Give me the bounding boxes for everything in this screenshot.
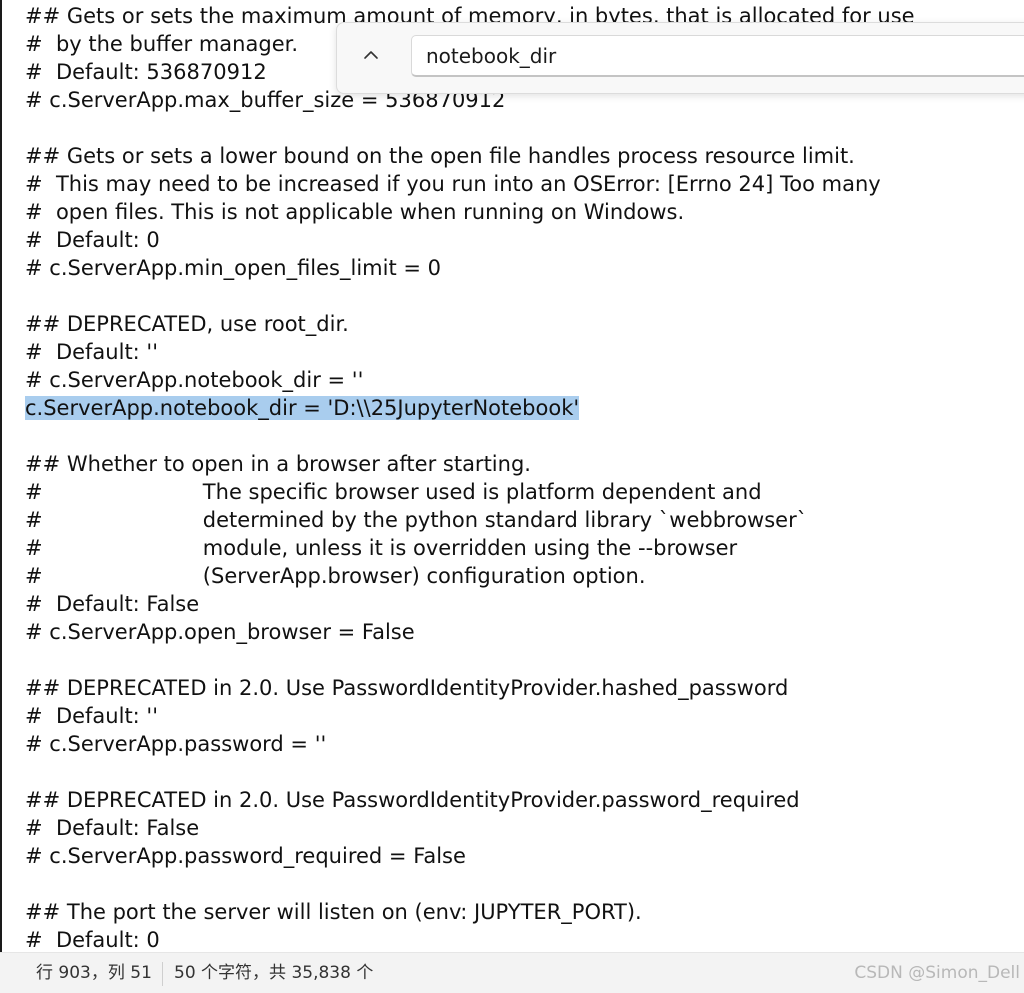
selected-line: c.ServerApp.notebook_dir = 'D:\\25Jupyte… [25, 394, 915, 422]
text-line: ## DEPRECATED in 2.0. Use PasswordIdenti… [25, 786, 915, 814]
line-text: # Default: False [25, 592, 200, 616]
line-text: ## The port the server will listen on (e… [25, 900, 642, 924]
text-line [25, 758, 915, 786]
line-text: # Default: '' [25, 340, 158, 364]
line-text: # c.ServerApp.min_open_files_limit = 0 [25, 256, 441, 280]
text-line: # Default: False [25, 814, 915, 842]
text-line: # The specific browser used is platform … [25, 478, 915, 506]
text-line: # module, unless it is overridden using … [25, 534, 915, 562]
line-text: # (ServerApp.browser) configuration opti… [25, 564, 646, 588]
text-line: # determined by the python standard libr… [25, 506, 915, 534]
watermark: CSDN @Simon_Dell [854, 963, 1020, 983]
text-line [25, 646, 915, 674]
line-text: # c.ServerApp.password = '' [25, 732, 327, 756]
editor-left-border [0, 0, 2, 952]
text-line: ## DEPRECATED, use root_dir. [25, 310, 915, 338]
chevron-up-icon [361, 45, 381, 69]
find-input[interactable] [411, 35, 1024, 77]
text-line: # c.ServerApp.password_required = False [25, 842, 915, 870]
line-text: ## DEPRECATED in 2.0. Use PasswordIdenti… [25, 788, 800, 812]
line-text: ## DEPRECATED in 2.0. Use PasswordIdenti… [25, 676, 789, 700]
line-text: # c.ServerApp.password_required = False [25, 844, 466, 868]
text-line: ## DEPRECATED in 2.0. Use PasswordIdenti… [25, 674, 915, 702]
text-line [25, 114, 915, 142]
text-line [25, 870, 915, 898]
text-line: # (ServerApp.browser) configuration opti… [25, 562, 915, 590]
line-text: # The specific browser used is platform … [25, 480, 762, 504]
line-text: # Default: '' [25, 704, 158, 728]
text-line: # c.ServerApp.password = '' [25, 730, 915, 758]
status-divider [162, 962, 163, 986]
text-line [25, 422, 915, 450]
text-line: # open files. This is not applicable whe… [25, 198, 915, 226]
line-text: # module, unless it is overridden using … [25, 536, 738, 560]
line-text: c.ServerApp.notebook_dir = 'D:\\25Jupyte… [25, 396, 580, 420]
text-line: # c.ServerApp.open_browser = False [25, 618, 915, 646]
text-line: # This may need to be increased if you r… [25, 170, 915, 198]
line-text: ## Whether to open in a browser after st… [25, 452, 531, 476]
text-line: ## The port the server will listen on (e… [25, 898, 915, 926]
text-line: # Default: 0 [25, 926, 915, 952]
toggle-replace-button[interactable] [351, 37, 391, 77]
cursor-position: 行 903，列 51 [36, 963, 152, 983]
line-text: ## Gets or sets a lower bound on the ope… [25, 144, 855, 168]
text-line: # Default: False [25, 590, 915, 618]
text-line: ## Gets or sets a lower bound on the ope… [25, 142, 915, 170]
find-bar [336, 22, 1024, 94]
line-text: # Default: 0 [25, 228, 160, 252]
text-line: # Default: '' [25, 702, 915, 730]
text-editor-area[interactable]: ## Gets or sets the maximum amount of me… [0, 0, 1024, 952]
notepad-window: ## Gets or sets the maximum amount of me… [0, 0, 1024, 993]
line-text: # determined by the python standard libr… [25, 508, 808, 532]
text-line: # c.ServerApp.notebook_dir = '' [25, 366, 915, 394]
line-text: # c.ServerApp.open_browser = False [25, 620, 415, 644]
line-text: # Default: 536870912 [25, 60, 267, 84]
text-content: ## Gets or sets the maximum amount of me… [25, 2, 915, 952]
line-text: # Default: False [25, 816, 200, 840]
line-text: # This may need to be increased if you r… [25, 172, 881, 196]
line-text: # open files. This is not applicable whe… [25, 200, 685, 224]
text-line [25, 282, 915, 310]
status-bar: 行 903，列 51 50 个字符，共 35,838 个 CSDN @Simon… [0, 952, 1024, 993]
text-line: # Default: 0 [25, 226, 915, 254]
line-text: # c.ServerApp.notebook_dir = '' [25, 368, 364, 392]
character-count: 50 个字符，共 35,838 个 [174, 963, 374, 983]
line-text: ## DEPRECATED, use root_dir. [25, 312, 349, 336]
text-line: # Default: '' [25, 338, 915, 366]
line-text: # by the buffer manager. [25, 32, 298, 56]
text-line: ## Whether to open in a browser after st… [25, 450, 915, 478]
text-line: # c.ServerApp.min_open_files_limit = 0 [25, 254, 915, 282]
line-text: # Default: 0 [25, 928, 160, 952]
